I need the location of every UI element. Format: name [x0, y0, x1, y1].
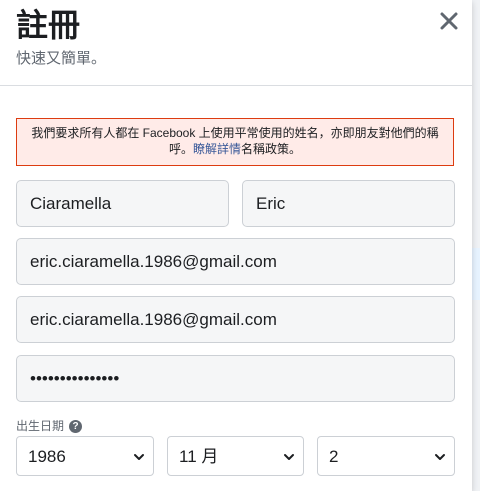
- birth-day-value: 2: [329, 447, 339, 466]
- name-policy-notice: 我們要求所有人都在 Facebook 上使用平常使用的姓名，亦即朋友對他們的稱呼…: [16, 118, 454, 166]
- close-icon: [440, 12, 458, 30]
- email-input[interactable]: [16, 238, 455, 285]
- dialog-title: 註冊: [16, 7, 81, 43]
- first-name-input[interactable]: [16, 180, 229, 227]
- birth-year-select[interactable]: 1986: [16, 436, 154, 476]
- backdrop-highlight: [472, 248, 480, 300]
- learn-more-link[interactable]: 瞭解詳情: [193, 142, 241, 156]
- notice-text-after: 名稱政策。: [241, 142, 302, 156]
- birth-month-select[interactable]: 11 月: [167, 436, 304, 476]
- chevron-down-icon: [134, 454, 144, 460]
- signup-dialog: 註冊 快速又簡單。 我們要求所有人都在 Facebook 上使用平常使用的姓名，…: [0, 0, 472, 491]
- birthday-label-text: 出生日期: [16, 419, 65, 433]
- dialog-header: 註冊 快速又簡單。: [0, 0, 472, 86]
- chevron-down-icon: [284, 454, 294, 460]
- birthday-label: 出生日期 ?: [16, 418, 83, 434]
- email-confirm-input[interactable]: [16, 296, 455, 343]
- birth-day-select[interactable]: 2: [317, 436, 455, 476]
- chevron-down-icon: [435, 454, 445, 460]
- dialog-subtitle: 快速又簡單。: [16, 50, 107, 67]
- password-input[interactable]: [16, 355, 455, 402]
- last-name-input[interactable]: [242, 180, 455, 227]
- birth-month-value: 11 月: [179, 447, 219, 466]
- help-icon[interactable]: ?: [69, 419, 83, 433]
- birth-year-value: 1986: [28, 447, 66, 466]
- close-button[interactable]: [434, 6, 464, 36]
